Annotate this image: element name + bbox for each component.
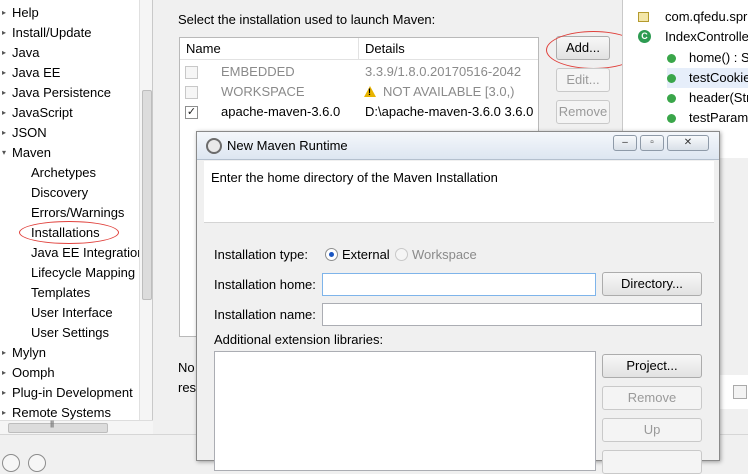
expand-icon[interactable]: ▸ [2,404,10,420]
tree-item-label: Remote Systems [12,405,111,420]
expand-icon[interactable]: ▸ [2,44,10,62]
outline-item-method[interactable]: testCookie [667,68,748,88]
scrollbar-grip: |||| [50,421,54,428]
installation-home-label: Installation home: [214,277,316,292]
column-header-details[interactable]: Details [358,38,538,60]
dialog-message: Enter the home directory of the Maven In… [211,170,498,185]
tree-item-label: Java EE [12,65,61,80]
installation-details: 3.3.9/1.8.0.20170516-2042 [365,64,522,79]
tree-item-errors-warnings[interactable]: Errors/Warnings [31,204,124,222]
expand-icon[interactable]: ▸ [2,364,10,382]
method-icon [667,54,676,63]
external-radio-label[interactable]: External [342,247,390,262]
tree-item-label: Mylyn [12,345,46,360]
table-row[interactable]: ✓ apache-maven-3.6.0 D:\apache-maven-3.6… [180,102,538,122]
tree-item-label: Plug-in Development [12,385,133,400]
method-icon [667,74,676,83]
tree-item-label: JavaScript [12,105,73,120]
expand-icon[interactable]: ▸ [2,4,10,22]
installation-name-label: Installation name: [214,307,316,322]
row-checkbox[interactable]: ✓ [185,106,198,119]
tree-item-archetypes[interactable]: Archetypes [31,164,96,182]
expand-icon[interactable]: ▸ [2,124,10,142]
dialog-title: New Maven Runtime [227,138,348,153]
installation-name: EMBEDDED [221,64,295,79]
extension-libraries-label: Additional extension libraries: [214,332,384,347]
remove-button[interactable]: Remove [556,100,610,124]
installation-details: NOT AVAILABLE [3.0,) [383,84,515,99]
outline-label: header(Str [689,90,748,105]
method-icon [667,94,676,103]
tree-item-label: Help [12,5,39,20]
method-icon [667,114,676,123]
scroll-button[interactable] [733,385,747,399]
package-icon [638,12,649,22]
row-checkbox[interactable] [185,66,198,79]
scrollbar-thumb[interactable] [8,423,108,433]
installations-prompt: Select the installation used to launch M… [178,12,436,27]
maximize-button[interactable]: ▫ [640,135,664,151]
tree-item-java-ee-integration[interactable]: Java EE Integration [31,244,144,262]
new-maven-runtime-dialog: New Maven Runtime – ▫ ✕ Enter the home d… [196,131,720,474]
installation-home-input[interactable] [322,273,596,296]
tree-item-lifecycle-mapping[interactable]: Lifecycle Mapping [31,264,135,282]
installation-name: apache-maven-3.6.0 [221,104,341,119]
expand-icon[interactable]: ▸ [2,64,10,82]
external-radio[interactable] [325,248,338,261]
installation-details: D:\apache-maven-3.6.0 3.6.0 [365,104,534,119]
installation-type-label: Installation type: [214,247,308,262]
tree-item-label: Maven [12,145,52,160]
workspace-radio[interactable] [395,248,408,261]
collapse-icon[interactable]: ▾ [2,144,10,162]
expand-icon[interactable]: ▸ [2,384,10,402]
outline-label: IndexControlle [665,29,748,44]
tree-item-label: Java [12,45,40,60]
tree-vertical-scrollbar[interactable] [139,0,152,420]
outline-label: com.qfedu.spr [665,9,748,24]
import-icon[interactable] [28,454,46,472]
close-button[interactable]: ✕ [667,135,709,151]
column-header-name[interactable]: Name [180,38,358,60]
down-button[interactable] [602,450,702,474]
tree-item-label: Java Persistence [12,85,111,100]
tree-item-label: JSON [12,125,47,140]
extension-libraries-list[interactable] [214,351,596,471]
outline-label: testParam [689,110,748,125]
help-icon[interactable] [2,454,20,472]
class-icon: C [638,30,651,43]
table-row[interactable]: WORKSPACE NOT AVAILABLE [3.0,) [180,82,538,102]
installation-name-input[interactable] [322,303,702,326]
table-row[interactable]: EMBEDDED 3.3.9/1.8.0.20170516-2042 [180,62,538,82]
directory-button[interactable]: Directory... [602,272,702,296]
installation-name: WORKSPACE [221,84,305,99]
installations-highlight-oval [19,221,119,244]
tree-horizontal-scrollbar[interactable]: |||| [0,420,153,434]
tree-item-discovery[interactable]: Discovery [31,184,88,202]
warning-icon [364,86,376,97]
expand-icon[interactable]: ▸ [2,84,10,102]
dialog-titlebar[interactable]: New Maven Runtime – ▫ ✕ [197,132,719,160]
row-checkbox[interactable] [185,86,198,99]
tree-item-user-interface[interactable]: User Interface [31,304,113,322]
expand-icon[interactable]: ▸ [2,24,10,42]
tree-item-label: Oomph [12,365,55,380]
outline-label: testCookie [689,70,748,85]
preferences-tree: ▸ Help ▸ Install/Update ▸ Java ▸ Java EE ▸ Ja… [0,0,153,420]
workspace-radio-label[interactable]: Workspace [412,247,477,262]
tree-item-label: Install/Update [12,25,92,40]
project-button[interactable]: Project... [602,354,702,378]
outline-label: home() : S [689,50,748,65]
edit-button[interactable]: Edit... [556,68,610,92]
minimize-button[interactable]: – [613,135,637,151]
up-button[interactable]: Up [602,418,702,442]
eclipse-icon [206,138,222,154]
remove-library-button[interactable]: Remove [602,386,702,410]
expand-icon[interactable]: ▸ [2,344,10,362]
tree-item-user-settings[interactable]: User Settings [31,324,109,342]
tree-item-templates[interactable]: Templates [31,284,90,302]
expand-icon[interactable]: ▸ [2,104,10,122]
scrollbar-thumb[interactable] [142,90,152,300]
